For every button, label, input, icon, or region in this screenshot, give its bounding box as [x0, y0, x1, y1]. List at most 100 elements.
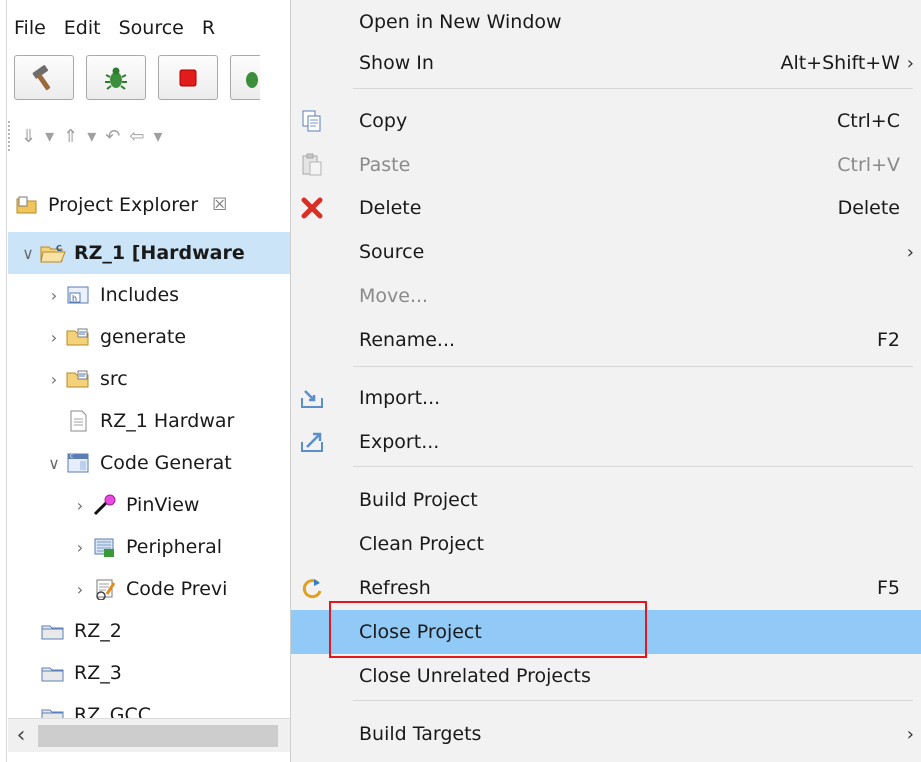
- menu-item-paste[interactable]: Paste Ctrl+V: [291, 143, 921, 187]
- tree-item-label: RZ_2: [74, 620, 122, 642]
- chevron-right-icon[interactable]: ›: [42, 286, 66, 305]
- menu-item-label: Open in New Window: [359, 11, 562, 33]
- chevron-down-icon[interactable]: ∨: [16, 244, 40, 263]
- closed-project-icon: [40, 620, 66, 642]
- dropdown-arrow-icon[interactable]: ▾: [87, 126, 96, 147]
- menu-item-copy[interactable]: Copy Ctrl+C: [291, 99, 921, 143]
- tree-item-label: Code Previ: [126, 578, 228, 600]
- menu-item-label: Delete: [359, 197, 422, 219]
- file-icon: [66, 410, 92, 432]
- horizontal-scrollbar[interactable]: ‹: [8, 718, 290, 752]
- menu-separator: [353, 466, 913, 467]
- c-project-open-icon: C: [40, 242, 66, 264]
- menu-item-clean-project[interactable]: Clean Project: [291, 522, 921, 566]
- tree-item-label: RZ_1 [Hardware: [74, 242, 245, 264]
- tree-item-label: Code Generat: [100, 452, 232, 474]
- menu-item-shortcut: Delete: [837, 197, 900, 219]
- svg-text:C: C: [56, 244, 62, 253]
- menu-item-label: Import...: [359, 387, 441, 409]
- menu-refactor-partial[interactable]: R: [202, 17, 215, 39]
- chevron-right-icon[interactable]: ›: [68, 580, 92, 599]
- menu-item-label: Clean Project: [359, 533, 484, 555]
- debug-launch-button[interactable]: [230, 55, 260, 100]
- debug-button[interactable]: [86, 55, 146, 100]
- menu-item-label: Build Targets: [359, 723, 482, 745]
- tree-item[interactable]: › PinView: [8, 484, 290, 526]
- menu-item-show-in[interactable]: Show In Alt+Shift+W ›: [291, 41, 921, 85]
- prev-annotation-icon[interactable]: ⇑: [63, 126, 78, 147]
- tree-item-label: RZ_1 Hardwar: [100, 410, 235, 432]
- chevron-right-icon[interactable]: ›: [68, 496, 92, 515]
- close-icon[interactable]: ☒: [212, 195, 227, 215]
- menu-item-shortcut: Ctrl+V: [837, 154, 900, 176]
- menu-separator: [353, 88, 913, 89]
- tree-item[interactable]: › Peripheral: [8, 526, 290, 568]
- menu-item-import[interactable]: Import...: [291, 376, 921, 420]
- chevron-right-icon[interactable]: ›: [42, 370, 66, 389]
- menu-item-move[interactable]: Move...: [291, 274, 921, 318]
- code-generator-icon: C: [66, 452, 92, 474]
- tree-item-label: PinView: [126, 494, 200, 516]
- chevron-right-icon[interactable]: ›: [42, 328, 66, 347]
- code-preview-icon: [92, 578, 118, 601]
- chevron-down-icon[interactable]: ∨: [42, 454, 66, 473]
- menu-item-build-project[interactable]: Build Project: [291, 478, 921, 522]
- back-arrow-icon[interactable]: ⇦: [129, 126, 144, 147]
- menu-item-rename[interactable]: Rename... F2: [291, 318, 921, 362]
- menu-edit[interactable]: Edit: [64, 17, 101, 39]
- menu-item-export[interactable]: Export...: [291, 420, 921, 464]
- next-annotation-icon[interactable]: ⇓: [21, 126, 36, 147]
- menu-item-label: Rename...: [359, 329, 456, 351]
- menu-item-label: Paste: [359, 154, 411, 176]
- tree-item-label: generate: [100, 326, 187, 348]
- stop-button[interactable]: [158, 55, 218, 100]
- tree-item[interactable]: RZ_2: [8, 610, 290, 652]
- navigation-toolbar: ⇓ ▾ ⇑ ▾ ↶ ⇦ ▾: [8, 118, 163, 154]
- dropdown-arrow-icon[interactable]: ▾: [153, 126, 162, 147]
- menu-item-delete[interactable]: Delete Delete: [291, 186, 921, 230]
- menu-item-label: Build Project: [359, 489, 478, 511]
- menu-item-label: Export...: [359, 431, 440, 453]
- svg-text:C: C: [70, 454, 74, 460]
- menu-item-source[interactable]: Source ›: [291, 230, 921, 274]
- dropdown-arrow-icon[interactable]: ▾: [45, 126, 54, 147]
- menu-item-label: Show In: [359, 52, 434, 74]
- window-left-edge: [0, 0, 7, 762]
- menu-item-label: Close Unrelated Projects: [359, 665, 591, 687]
- submenu-arrow-icon: ›: [906, 723, 914, 745]
- stop-icon: [179, 69, 197, 86]
- tree-item[interactable]: › h Includes: [8, 274, 290, 316]
- tree-item[interactable]: › generate: [8, 316, 290, 358]
- scrollbar-thumb[interactable]: [38, 724, 278, 747]
- menu-item-open-in-new-window[interactable]: Open in New Window: [291, 0, 921, 44]
- menu-item-build-targets[interactable]: Build Targets ›: [291, 712, 921, 756]
- menu-item-label: Refresh: [359, 577, 431, 599]
- menu-source[interactable]: Source: [119, 17, 184, 39]
- bug-icon: [105, 67, 127, 90]
- pin-icon: [92, 494, 118, 516]
- tree-item[interactable]: ∨ C RZ_1 [Hardware: [8, 232, 290, 274]
- menu-item-label: Move...: [359, 285, 429, 307]
- menu-separator: [353, 700, 913, 701]
- chevron-right-icon[interactable]: ›: [68, 538, 92, 557]
- menu-item-shortcut: F2: [876, 329, 900, 351]
- tree-item[interactable]: › src: [8, 358, 290, 400]
- scroll-left-icon[interactable]: ‹: [8, 723, 34, 748]
- project-explorer-tab[interactable]: Project Explorer ☒: [8, 186, 290, 224]
- source-folder-icon: [66, 326, 92, 348]
- toolbar-grip[interactable]: [8, 121, 12, 151]
- highlight-annotation-box: [329, 601, 647, 658]
- tree-item[interactable]: ∨ C Code Generat: [8, 442, 290, 484]
- menu-file[interactable]: File: [14, 17, 46, 39]
- tree-item[interactable]: RZ_3: [8, 652, 290, 694]
- menu-item-close-unrelated-projects[interactable]: Close Unrelated Projects: [291, 654, 921, 698]
- build-button[interactable]: [14, 55, 74, 100]
- menu-item-shortcut: Alt+Shift+W: [780, 52, 900, 74]
- delete-icon: [299, 195, 325, 221]
- last-edit-location-icon[interactable]: ↶: [105, 126, 120, 147]
- menu-separator: [353, 366, 913, 367]
- import-icon: [299, 385, 325, 411]
- tree-item[interactable]: RZ_1 Hardwar: [8, 400, 290, 442]
- copy-icon: [299, 108, 325, 134]
- tree-item[interactable]: › Code Previ: [8, 568, 290, 610]
